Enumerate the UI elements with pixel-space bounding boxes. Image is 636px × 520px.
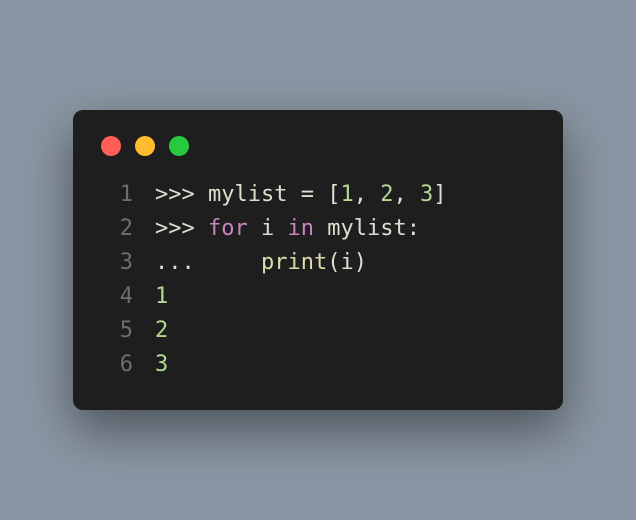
zoom-dot[interactable]	[169, 136, 189, 156]
token: ]	[433, 182, 446, 207]
token: i	[340, 250, 353, 275]
line-content: 3	[155, 348, 168, 382]
token: ,	[354, 182, 381, 207]
line-content: 1	[155, 280, 168, 314]
close-dot[interactable]	[101, 136, 121, 156]
token: (	[327, 250, 340, 275]
token: =	[301, 182, 328, 207]
line-number: 6	[101, 348, 133, 382]
token: 3	[420, 182, 433, 207]
token: for	[208, 216, 261, 241]
code-line: 63	[73, 348, 563, 382]
line-content: >>> for i in mylist:	[155, 212, 420, 246]
window-titlebar	[73, 136, 563, 178]
token: [	[327, 182, 340, 207]
code-line: 3... print(i)	[73, 246, 563, 280]
token: 3	[155, 352, 168, 377]
token: in	[287, 216, 327, 241]
token: >>>	[155, 216, 208, 241]
code-block: 1>>> mylist = [1, 2, 3]2>>> for i in myl…	[73, 178, 563, 383]
token: 1	[155, 284, 168, 309]
token: mylist	[327, 216, 406, 241]
line-number: 5	[101, 314, 133, 348]
token: >>>	[155, 182, 208, 207]
token: ...	[155, 250, 261, 275]
line-content: ... print(i)	[155, 246, 367, 280]
line-number: 3	[101, 246, 133, 280]
token: mylist	[208, 182, 301, 207]
token: 2	[380, 182, 393, 207]
token: :	[407, 216, 420, 241]
token: 1	[340, 182, 353, 207]
code-line: 2 >>> for i in mylist:	[73, 212, 563, 246]
line-number: 2	[101, 212, 133, 246]
code-line: 41	[73, 280, 563, 314]
code-window: 1>>> mylist = [1, 2, 3]2>>> for i in myl…	[73, 110, 563, 411]
line-number: 4	[101, 280, 133, 314]
token: print	[261, 250, 327, 275]
token: 2	[155, 318, 168, 343]
token: i	[261, 216, 288, 241]
token: ,	[393, 182, 420, 207]
code-line: 1>>> mylist = [1, 2, 3]	[73, 178, 563, 212]
line-content: >>> mylist = [1, 2, 3]	[155, 178, 446, 212]
token: )	[354, 250, 367, 275]
line-number: 1	[101, 178, 133, 212]
code-line: 52	[73, 314, 563, 348]
line-content: 2	[155, 314, 168, 348]
minimize-dot[interactable]	[135, 136, 155, 156]
